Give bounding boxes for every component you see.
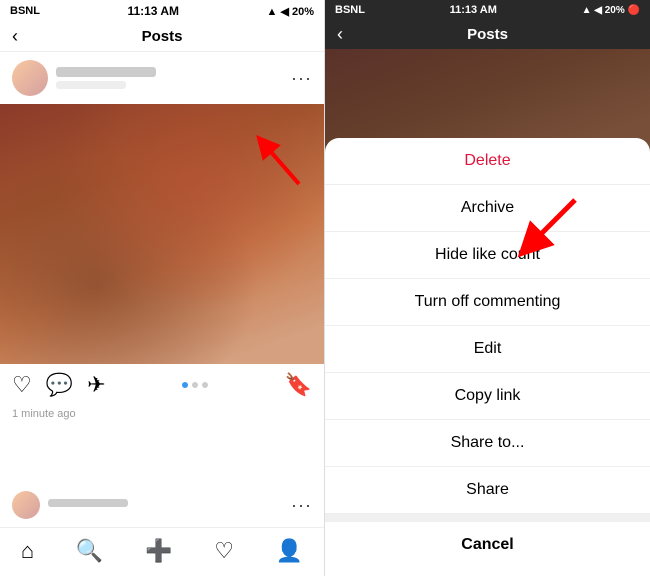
- right-panel: BSNL 11:13 AM ▲ ◀ 20% 🔴 ‹ Posts Delete A…: [325, 0, 650, 576]
- add-tab[interactable]: ➕: [145, 538, 172, 564]
- right-back-button[interactable]: ‹: [337, 24, 343, 45]
- left-time: 11:13 AM: [127, 4, 179, 18]
- home-tab[interactable]: ⌂: [21, 538, 34, 564]
- username-block: [56, 67, 283, 89]
- avatar: [12, 60, 48, 96]
- activity-tab[interactable]: ♡: [214, 538, 234, 564]
- bookmark-button[interactable]: 🔖: [285, 372, 312, 398]
- second-username-placeholder: [48, 499, 128, 507]
- copy-link-option[interactable]: Copy link: [325, 373, 650, 420]
- second-post-options-button[interactable]: ···: [291, 495, 312, 516]
- search-tab[interactable]: 🔍: [76, 538, 103, 564]
- post-image: [0, 104, 324, 364]
- left-nav-title: Posts: [142, 28, 183, 45]
- bottom-navigation: ⌂ 🔍 ➕ ♡ 👤: [0, 527, 324, 576]
- hide-like-count-option[interactable]: Hide like count: [325, 232, 650, 279]
- edit-option[interactable]: Edit: [325, 326, 650, 373]
- arrow-annotation: [244, 124, 304, 184]
- right-time: 11:13 AM: [450, 4, 497, 16]
- dot-3: [202, 382, 208, 388]
- right-nav-title: Posts: [467, 26, 508, 43]
- like-button[interactable]: ♡: [12, 372, 32, 398]
- second-username-block: [48, 499, 283, 511]
- second-avatar: [12, 491, 40, 519]
- cancel-option[interactable]: Cancel: [325, 514, 650, 568]
- archive-option[interactable]: Archive: [325, 185, 650, 232]
- watermark: wsxdrn.com: [598, 564, 646, 574]
- share-to-option[interactable]: Share to...: [325, 420, 650, 467]
- turn-off-commenting-option[interactable]: Turn off commenting: [325, 279, 650, 326]
- action-sheet: Delete Archive Hide like count Turn off …: [325, 138, 650, 576]
- right-status-bar: BSNL 11:13 AM ▲ ◀ 20% 🔴: [325, 0, 650, 20]
- dot-2: [192, 382, 198, 388]
- share-button[interactable]: ✈: [87, 372, 105, 398]
- left-carrier: BSNL: [10, 5, 40, 17]
- profile-tab[interactable]: 👤: [276, 538, 303, 564]
- right-carrier: BSNL: [335, 4, 365, 16]
- post-actions-bar: ♡ 💬 ✈ 🔖: [0, 364, 324, 406]
- second-post-header: ···: [0, 483, 324, 527]
- dot-1: [182, 382, 188, 388]
- post-options-button[interactable]: ···: [291, 68, 312, 89]
- carousel-indicators: [182, 382, 208, 388]
- left-back-button[interactable]: ‹: [12, 26, 18, 47]
- username-placeholder: [56, 67, 156, 77]
- right-nav-bar: ‹ Posts: [325, 20, 650, 49]
- comment-button[interactable]: 💬: [46, 372, 73, 398]
- left-signal: ▲ ◀ 20%: [267, 5, 314, 18]
- delete-option[interactable]: Delete: [325, 138, 650, 185]
- share-option[interactable]: Share: [325, 467, 650, 514]
- location-placeholder: [56, 81, 126, 89]
- post-header: ···: [0, 52, 324, 104]
- left-nav-bar: ‹ Posts: [0, 22, 324, 52]
- post-timestamp: 1 minute ago: [0, 406, 324, 422]
- left-status-bar: BSNL 11:13 AM ▲ ◀ 20%: [0, 0, 324, 22]
- left-panel: BSNL 11:13 AM ▲ ◀ 20% ‹ Posts ···: [0, 0, 325, 576]
- right-signal: ▲ ◀ 20% 🔴: [582, 5, 640, 16]
